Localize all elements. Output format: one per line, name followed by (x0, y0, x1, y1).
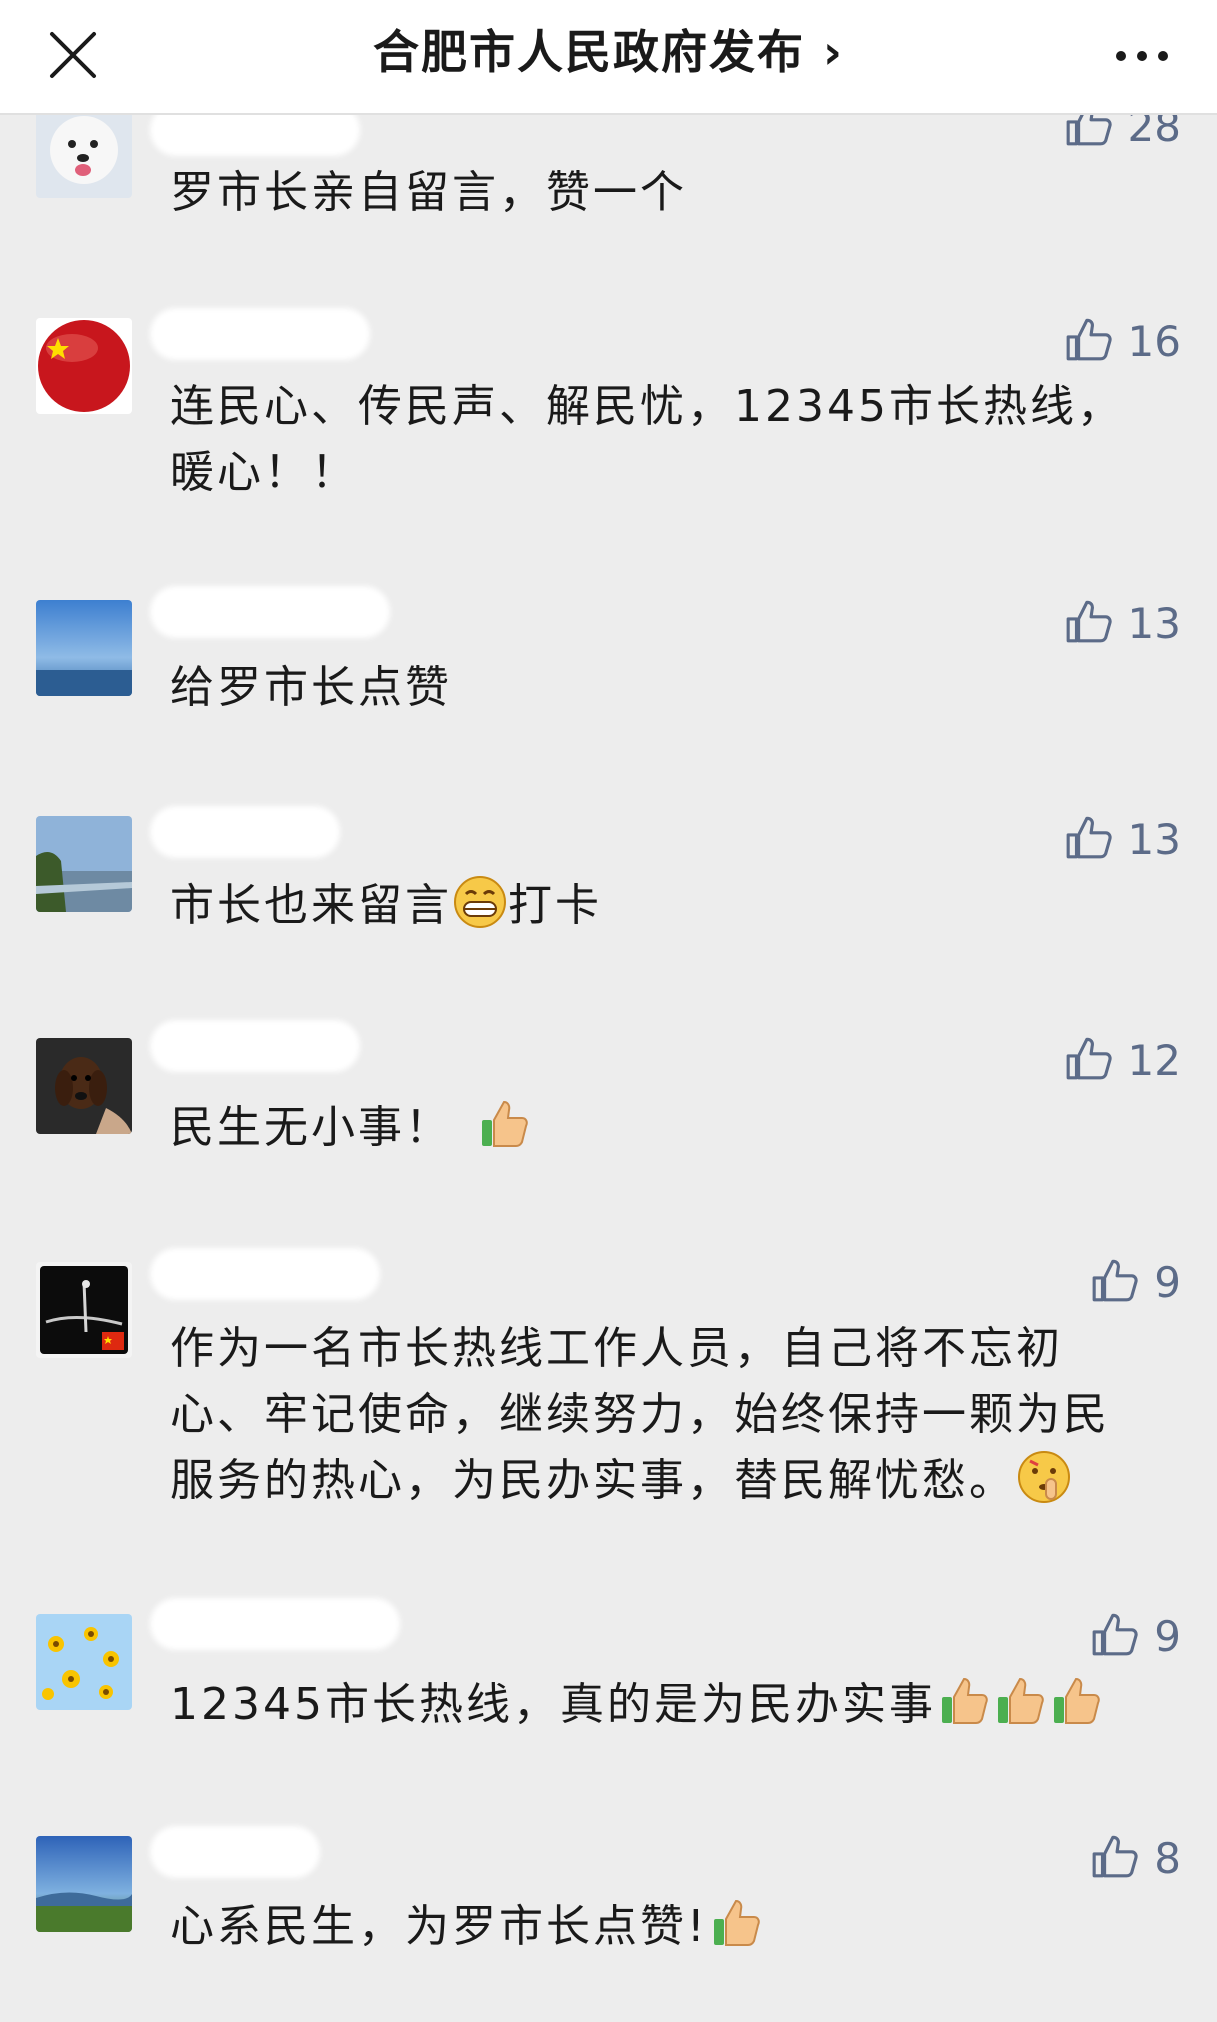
comment-text: 民生无小事！ (170, 1095, 1180, 1161)
thumbs-up-emoji-icon (1048, 1673, 1104, 1729)
thumbs-up-emoji-icon (992, 1673, 1048, 1729)
thumbs-up-outline-icon (1064, 1033, 1114, 1087)
like-count: 9 (1154, 1257, 1181, 1307)
like-count: 12 (1127, 1035, 1181, 1085)
comment-text: 罗市长亲自留言，赞一个 (170, 167, 687, 218)
comment-text: 给罗市长点赞 (170, 662, 452, 713)
avatar[interactable] (36, 1262, 132, 1358)
top-nav-bar: 合肥市人民政府发布 › (0, 0, 1217, 115)
thumbs-up-outline-icon (1064, 596, 1114, 650)
username-redacted (150, 1248, 380, 1300)
like-button[interactable]: 9 (1090, 1254, 1181, 1310)
thumbs-up-emoji-icon (936, 1673, 992, 1729)
username-redacted (150, 1020, 360, 1072)
like-count: 13 (1127, 598, 1181, 648)
like-count: 9 (1154, 1611, 1181, 1661)
like-button[interactable]: 13 (1064, 595, 1181, 651)
username-redacted (150, 806, 340, 858)
like-button[interactable]: 12 (1064, 1032, 1181, 1088)
thumbs-up-outline-icon (1064, 314, 1114, 368)
username-redacted (150, 308, 370, 360)
comment-text: 12345市长热线，真的是为民办实事 (170, 1672, 1180, 1738)
like-count: 8 (1154, 1833, 1181, 1883)
comment-text: 作为一名市长热线工作人员，自己将不忘初 心、牢记使命，继续努力，始终保持一颗为民… (170, 1323, 1110, 1506)
avatar[interactable] (36, 102, 132, 198)
username-redacted (150, 1598, 400, 1650)
more-button[interactable] (1107, 28, 1177, 84)
avatar[interactable] (36, 600, 132, 696)
avatar[interactable] (36, 816, 132, 912)
like-button[interactable]: 16 (1064, 313, 1181, 369)
like-button[interactable]: 9 (1090, 1608, 1181, 1664)
avatar[interactable] (36, 318, 132, 414)
avatar[interactable] (36, 1614, 132, 1710)
thumbs-up-outline-icon (1090, 1609, 1140, 1663)
more-icon (1107, 51, 1177, 88)
thumbs-up-outline-icon (1064, 812, 1114, 866)
account-title-link[interactable]: 合肥市人民政府发布 › (0, 22, 1217, 82)
comment-text: 连民心、传民声、解民忧，12345市长热线， 暖心！！ (170, 381, 1124, 498)
thumbs-up-outline-icon (1090, 1831, 1140, 1885)
username-redacted (150, 1826, 320, 1878)
comment-text: 心系民生，为罗市长点赞! (170, 1894, 1180, 1960)
like-button[interactable]: 13 (1064, 811, 1181, 867)
like-button[interactable]: 8 (1090, 1830, 1181, 1886)
comment-text: 市长也来留言 打卡 (170, 873, 1180, 939)
thumbs-up-outline-icon (1090, 1255, 1140, 1309)
like-count: 13 (1127, 814, 1181, 864)
thumbs-up-emoji-icon (476, 1096, 532, 1152)
thumbs-up-emoji-icon (708, 1895, 764, 1951)
username-redacted (150, 586, 390, 638)
like-count: 16 (1127, 316, 1181, 366)
comment-list: 28 罗市长亲自留言，赞一个 16 连民心、传民声、解民忧，12345市长热线，… (0, 0, 1217, 2022)
avatar[interactable] (36, 1836, 132, 1932)
avatar[interactable] (36, 1038, 132, 1134)
grin-emoji-icon (452, 874, 508, 930)
shush-emoji-icon (1016, 1449, 1072, 1505)
